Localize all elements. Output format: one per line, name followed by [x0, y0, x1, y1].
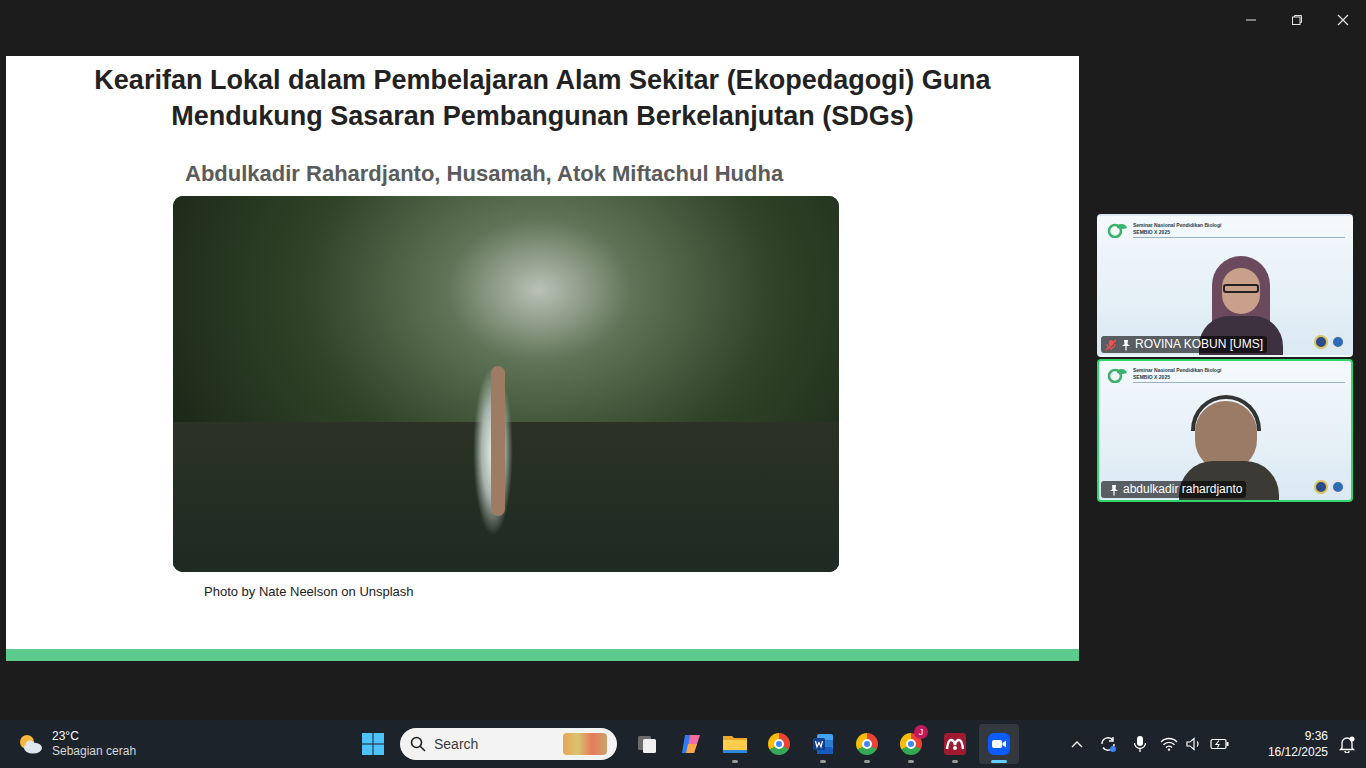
copilot-icon: [679, 732, 703, 756]
volume-tray[interactable]: [1182, 737, 1206, 751]
running-indicator: [864, 760, 870, 763]
sync-icon: [1099, 735, 1117, 753]
taskbar-apps: J: [625, 724, 1021, 764]
banner-subtitle: SEMBIO X 2025: [1133, 374, 1345, 381]
banner-title: Seminar Nasional Pendidikan Biologi: [1133, 367, 1345, 374]
running-indicator: [732, 760, 738, 763]
tile-banner: Seminar Nasional Pendidikan BiologiSEMBI…: [1105, 367, 1345, 383]
participant-name-bar: abdulkadir rahardjanto: [1101, 481, 1246, 498]
speaker-icon: [1186, 737, 1202, 751]
slide-authors: Abdulkadir Rahardjanto, Husamah, Atok Mi…: [185, 160, 1079, 188]
video-tile[interactable]: Seminar Nasional Pendidikan BiologiSEMBI…: [1097, 359, 1353, 502]
tile-banner: Seminar Nasional Pendidikan BiologiSEMBI…: [1105, 222, 1345, 238]
banner-title: Seminar Nasional Pendidikan Biologi: [1133, 222, 1345, 229]
sync-tray[interactable]: [1092, 735, 1124, 753]
wifi-tray[interactable]: [1156, 737, 1182, 751]
slide-accent-bar: [6, 649, 1079, 661]
battery-charging-icon: [1210, 738, 1230, 750]
pin-icon: [1109, 484, 1119, 496]
running-indicator: [820, 760, 826, 763]
battery-tray[interactable]: [1206, 738, 1234, 750]
minimize-icon: [1245, 14, 1257, 26]
slide-photo: [173, 196, 839, 572]
mic-tray[interactable]: [1124, 735, 1156, 753]
restore-icon: [1291, 14, 1303, 26]
microphone-icon: [1133, 735, 1147, 753]
partly-cloudy-icon: [16, 732, 44, 756]
photo-caption: Photo by Nate Neelson on Unsplash: [204, 584, 1079, 600]
taskbar-app[interactable]: [979, 724, 1019, 764]
file-explorer-icon: [722, 733, 748, 755]
taskbar-app[interactable]: [671, 724, 711, 764]
search-icon: [410, 736, 426, 752]
tile-logos: [1314, 480, 1345, 494]
taskbar-app[interactable]: [803, 724, 843, 764]
weather-condition: Sebagian cerah: [52, 744, 136, 759]
wifi-icon: [1160, 737, 1178, 751]
sembio-logo-icon: [1105, 367, 1129, 383]
clock[interactable]: 9:36 16/12/2025: [1248, 728, 1328, 760]
search-highlight-icon: [563, 733, 607, 755]
chrome-icon: [768, 733, 790, 755]
notification-bell-icon: [1338, 735, 1356, 753]
participant-name: abdulkadir rahardjanto: [1123, 482, 1242, 497]
taskbar-app[interactable]: [715, 724, 755, 764]
task-view-icon: [635, 732, 659, 756]
mendeley-icon: [943, 732, 967, 756]
chevron-up-icon: [1071, 740, 1083, 748]
video-gallery: Seminar Nasional Pendidikan BiologiSEMBI…: [1097, 214, 1353, 720]
running-indicator: [952, 760, 958, 763]
video-tile[interactable]: Seminar Nasional Pendidikan BiologiSEMBI…: [1097, 214, 1353, 357]
taskbar-app[interactable]: [935, 724, 975, 764]
hidden-icons-button[interactable]: [1062, 740, 1092, 748]
running-indicator: [908, 760, 914, 763]
weather-temperature: 23°C: [52, 729, 136, 744]
taskbar-app[interactable]: [627, 724, 667, 764]
chrome-icon: [856, 733, 878, 755]
taskbar-app[interactable]: [847, 724, 887, 764]
sembio-logo-icon: [1105, 222, 1129, 238]
shared-slide: Kearifan Lokal dalam Pembelajaran Alam S…: [6, 56, 1079, 661]
taskbar-app[interactable]: [759, 724, 799, 764]
clock-date: 16/12/2025: [1268, 744, 1328, 760]
running-indicator: [991, 760, 1007, 763]
participant-name-bar: ROVINA KOBUN [UMS]: [1101, 336, 1267, 353]
slide-title: Kearifan Lokal dalam Pembelajaran Alam S…: [48, 62, 1038, 134]
notification-button[interactable]: [1328, 735, 1366, 753]
mic-status: [1105, 339, 1117, 351]
word-icon: [811, 732, 835, 756]
start-button[interactable]: [358, 724, 388, 764]
taskbar-app[interactable]: J: [891, 724, 931, 764]
pin-icon: [1121, 339, 1131, 351]
title-bar: [0, 0, 1366, 56]
profile-badge: J: [914, 725, 928, 739]
close-icon: [1337, 14, 1349, 26]
close-button[interactable]: [1320, 0, 1366, 40]
taskbar: 23°C Sebagian cerah J: [0, 720, 1366, 768]
minimize-button[interactable]: [1228, 0, 1274, 40]
search-input[interactable]: [434, 734, 555, 755]
clock-time: 9:36: [1305, 728, 1328, 744]
participant-name: ROVINA KOBUN [UMS]: [1135, 337, 1263, 352]
muted-mic-icon: [1105, 339, 1117, 351]
weather-widget[interactable]: 23°C Sebagian cerah: [16, 720, 136, 768]
banner-subtitle: SEMBIO X 2025: [1133, 229, 1345, 236]
tile-logos: [1314, 335, 1345, 349]
zoom-icon: [987, 732, 1011, 756]
search-box[interactable]: [400, 728, 617, 760]
windows-icon: [362, 733, 384, 755]
restore-button[interactable]: [1274, 0, 1320, 40]
